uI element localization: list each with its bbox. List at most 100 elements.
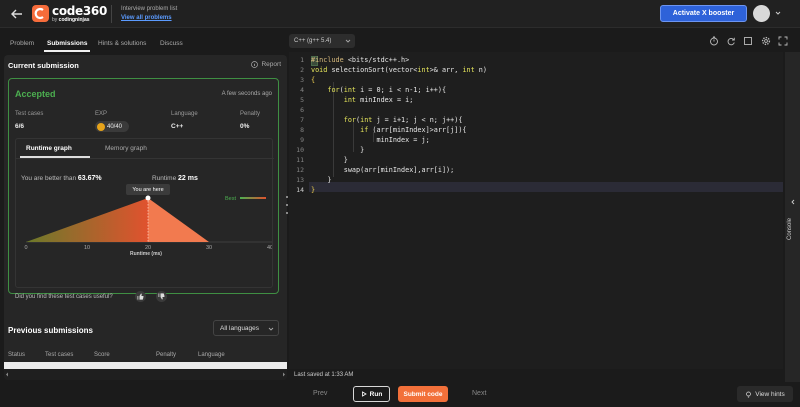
refresh-icon[interactable] — [726, 36, 736, 46]
line-number: 12 — [296, 166, 304, 174]
your-runtime-marker — [145, 195, 151, 201]
play-icon — [361, 391, 367, 397]
x-axis-label: Runtime (ms) — [130, 251, 162, 257]
logo-text: code360 — [52, 4, 108, 18]
column-score: Score — [94, 352, 110, 358]
line-number: 1 — [300, 56, 304, 64]
legend-best-label: Best — [225, 196, 236, 202]
code-line-8: if (arr[minIndex]>arr[j]){ — [360, 126, 467, 134]
tab-discuss[interactable]: Discuss — [160, 34, 183, 52]
chevron-left-icon[interactable] — [790, 199, 796, 205]
chevron-down-icon — [268, 327, 274, 331]
editor-language-select[interactable]: C++ (g++ 5.4) — [289, 34, 355, 48]
view-hints-button[interactable]: View hints — [737, 386, 793, 402]
submission-time: A few seconds ago — [221, 91, 272, 97]
top-bar: code360 by codingninjas Interview proble… — [0, 0, 800, 28]
x-tick-label: 0 — [24, 245, 27, 251]
thumbs-up-button[interactable] — [135, 291, 146, 302]
previous-submissions-title: Previous submissions — [8, 326, 93, 335]
lightbulb-icon — [746, 391, 752, 398]
x-tick-label: 30 — [206, 245, 212, 251]
gear-icon[interactable] — [761, 36, 771, 46]
code-line-4: for(int i = 0; i < n-1; i++){ — [327, 86, 447, 94]
code-line-7: for(int j = i+1; j < n; j++){ — [343, 116, 463, 124]
view-all-problems-link[interactable]: View all problems — [121, 15, 172, 21]
line-number: 10 — [296, 146, 304, 154]
line-number: 13 — [296, 176, 304, 184]
chevron-down-icon[interactable] — [775, 10, 781, 16]
tab-runtime-graph[interactable]: Runtime graph — [26, 139, 72, 157]
status-badge: Accepted — [15, 89, 56, 99]
panel-resize-handle[interactable] — [285, 196, 288, 214]
console-label[interactable]: Console — [787, 218, 793, 240]
tab-memory-graph[interactable]: Memory graph — [105, 139, 147, 157]
runtime-text: Runtime 22 ms — [152, 175, 198, 182]
area-right — [148, 198, 209, 242]
code-line-5: int minIndex = i; — [343, 96, 414, 104]
stat-value-penalty: 0% — [240, 123, 250, 130]
logo-subtitle: by codingninjas — [52, 17, 90, 23]
prev-button[interactable]: Prev — [313, 390, 327, 397]
stat-value-testcases: 6/6 — [15, 123, 25, 130]
stat-label-testcases: Test cases — [15, 111, 44, 117]
line-number: 14 — [296, 186, 304, 194]
line-number: 2 — [300, 66, 304, 74]
table-row[interactable] — [4, 362, 287, 369]
column-test-cases: Test cases — [45, 352, 74, 358]
graph-card: Runtime graph Memory graph You are bette… — [15, 138, 274, 288]
maximize-icon[interactable] — [743, 36, 753, 46]
code-editor[interactable]: 1 2 3 4 5 6 7 8 9 10 11 12 13 14 #include <bits/stdc+… — [289, 52, 783, 369]
code-line-9: minIndex = j; — [311, 136, 430, 144]
x-tick-label: 40 — [267, 245, 272, 251]
stat-value-language: C++ — [171, 123, 184, 130]
info-icon — [251, 61, 259, 68]
code-line-11: } — [311, 156, 348, 164]
tab-problem[interactable]: Problem — [10, 34, 34, 52]
run-button[interactable]: Run — [353, 386, 390, 402]
line-numbers: 1 2 3 4 5 6 7 8 9 10 11 12 13 14 — [289, 52, 309, 369]
avatar[interactable] — [753, 5, 770, 22]
stat-label-exp: EXP — [95, 111, 108, 117]
report-button[interactable]: Report — [251, 61, 281, 68]
code-line-3: { — [311, 76, 316, 84]
graph-tab-divider — [16, 158, 274, 159]
stat-label-language: Language — [171, 111, 198, 117]
language-filter-select[interactable]: All languages — [213, 320, 279, 336]
line-number: 8 — [300, 126, 304, 134]
code-line-1: #include <bits/stdc++.h> — [311, 56, 410, 64]
code-line-10: } — [311, 146, 365, 154]
header-divider — [111, 5, 112, 23]
submit-code-button[interactable]: Submit code — [398, 386, 448, 402]
active-tab-indicator — [44, 50, 90, 52]
accepted-card: Accepted A few seconds ago Test cases 6/… — [8, 78, 279, 302]
horizontal-scrollbar[interactable] — [4, 369, 287, 380]
marker-label: You are here — [132, 187, 163, 193]
fullscreen-icon[interactable] — [778, 36, 788, 46]
line-number: 4 — [300, 86, 304, 94]
report-label: Report — [261, 61, 281, 68]
activate-booster-button[interactable]: Activate X booster — [660, 5, 747, 22]
thumbs-up-icon — [137, 293, 144, 300]
line-number: 5 — [300, 96, 304, 104]
timer-icon[interactable] — [709, 36, 719, 46]
line-number: 6 — [300, 106, 304, 114]
thumbs-down-button[interactable] — [156, 291, 167, 302]
chevron-down-icon — [345, 39, 351, 43]
current-submission-title: Current submission — [8, 61, 79, 70]
problem-tabs: Problem Submissions Hints & solutions Di… — [0, 34, 287, 52]
feedback-question: Did you find these test cases useful? — [15, 294, 113, 300]
line-number: 9 — [300, 136, 304, 144]
area-left — [26, 198, 148, 242]
thumbs-down-icon — [158, 293, 165, 300]
next-button[interactable]: Next — [472, 390, 486, 397]
code-line-12: swap(arr[minIndex],arr[i]); — [311, 166, 455, 174]
x-tick-label: 10 — [84, 245, 90, 251]
tab-hints[interactable]: Hints & solutions — [98, 34, 146, 52]
logo-icon[interactable] — [32, 5, 49, 22]
last-saved-text: Last saved at 1:33 AM — [294, 372, 354, 378]
stat-label-penalty: Penalty — [240, 111, 261, 117]
coin-icon — [97, 122, 105, 131]
back-arrow-icon[interactable] — [10, 7, 24, 21]
column-language: Language — [198, 352, 225, 358]
